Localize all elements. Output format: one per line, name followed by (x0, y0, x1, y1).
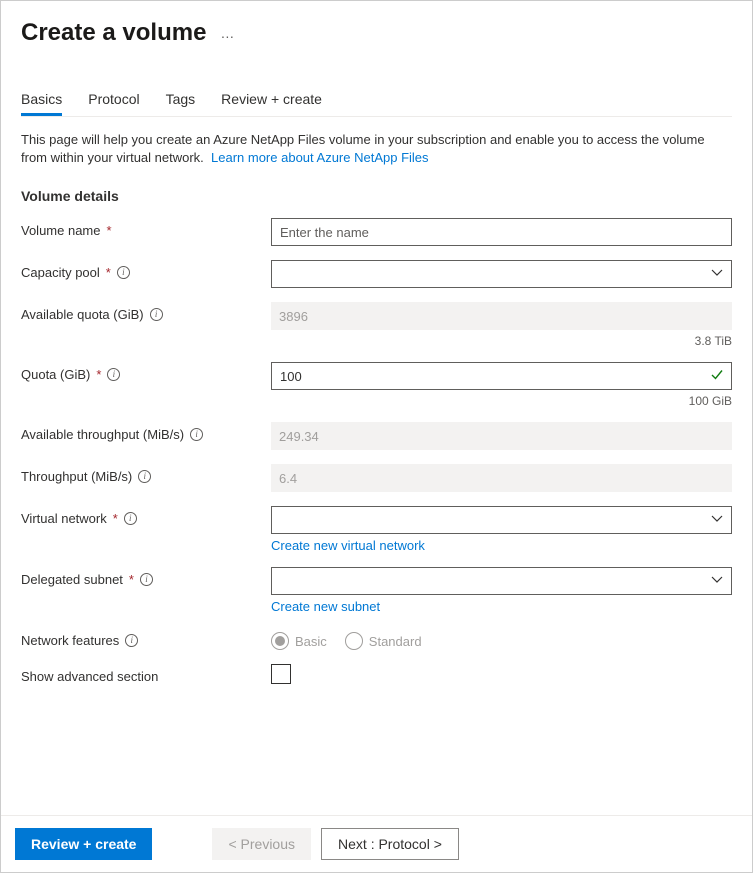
info-icon[interactable]: i (140, 573, 153, 586)
info-icon[interactable]: i (117, 266, 130, 279)
create-virtual-network-link[interactable]: Create new virtual network (271, 538, 425, 553)
available-quota-display: 3896 (271, 302, 732, 330)
tab-bar: Basics Protocol Tags Review + create (21, 91, 732, 115)
learn-more-link[interactable]: Learn more about Azure NetApp Files (211, 150, 429, 165)
label-quota: Quota (GiB) (21, 367, 90, 382)
label-delegated-subnet: Delegated subnet (21, 572, 123, 587)
info-icon[interactable]: i (190, 428, 203, 441)
label-show-advanced: Show advanced section (21, 669, 158, 684)
page-title: Create a volume (21, 19, 206, 47)
tab-review-create[interactable]: Review + create (221, 91, 322, 115)
show-advanced-checkbox[interactable] (271, 664, 291, 684)
chevron-down-icon (711, 513, 723, 528)
volume-name-input[interactable] (271, 218, 732, 246)
info-icon[interactable]: i (125, 634, 138, 647)
section-heading-volume-details: Volume details (21, 188, 732, 204)
label-available-quota: Available quota (GiB) (21, 307, 144, 322)
review-create-button[interactable]: Review + create (15, 828, 152, 860)
available-throughput-display: 249.34 (271, 422, 732, 450)
tab-tags[interactable]: Tags (166, 91, 196, 115)
label-volume-name: Volume name (21, 223, 101, 238)
create-subnet-link[interactable]: Create new subnet (271, 599, 380, 614)
quota-hint: 100 GiB (271, 394, 732, 408)
label-throughput: Throughput (MiB/s) (21, 469, 132, 484)
required-indicator: * (113, 511, 118, 526)
required-indicator: * (96, 367, 101, 382)
chevron-down-icon (711, 267, 723, 282)
network-features-radio-group: Basic Standard (271, 628, 732, 650)
info-icon[interactable]: i (107, 368, 120, 381)
info-icon[interactable]: i (138, 470, 151, 483)
intro-text: This page will help you create an Azure … (21, 131, 732, 166)
chevron-down-icon (711, 574, 723, 589)
info-icon[interactable]: i (124, 512, 137, 525)
required-indicator: * (107, 223, 112, 238)
previous-button: < Previous (212, 828, 311, 860)
delegated-subnet-select[interactable] (271, 567, 732, 595)
radio-icon (345, 632, 363, 650)
more-actions-icon[interactable]: … (220, 26, 234, 40)
divider (21, 116, 732, 117)
tab-basics[interactable]: Basics (21, 91, 62, 115)
available-quota-hint: 3.8 TiB (271, 334, 732, 348)
footer-bar: Review + create < Previous Next : Protoc… (1, 815, 752, 872)
quota-input[interactable] (271, 362, 732, 390)
capacity-pool-select[interactable] (271, 260, 732, 288)
virtual-network-select[interactable] (271, 506, 732, 534)
radio-standard: Standard (345, 632, 422, 650)
info-icon[interactable]: i (150, 308, 163, 321)
label-network-features: Network features (21, 633, 119, 648)
throughput-display: 6.4 (271, 464, 732, 492)
label-capacity-pool: Capacity pool (21, 265, 100, 280)
radio-basic: Basic (271, 632, 327, 650)
required-indicator: * (129, 572, 134, 587)
next-button[interactable]: Next : Protocol > (321, 828, 459, 860)
label-virtual-network: Virtual network (21, 511, 107, 526)
required-indicator: * (106, 265, 111, 280)
radio-icon (271, 632, 289, 650)
tab-protocol[interactable]: Protocol (88, 91, 139, 115)
checkmark-icon (710, 368, 724, 385)
label-available-throughput: Available throughput (MiB/s) (21, 427, 184, 442)
